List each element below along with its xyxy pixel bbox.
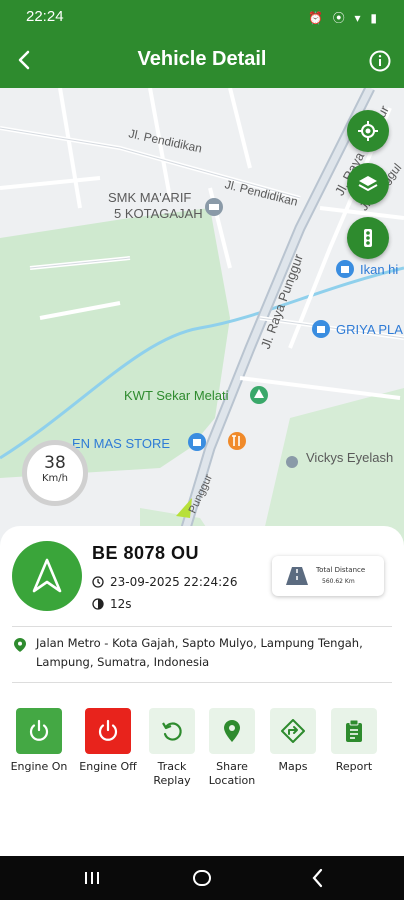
place-pin-icon	[286, 456, 298, 468]
track-replay-label-1: Track	[157, 760, 187, 773]
school-pin-icon	[205, 198, 223, 216]
share-location-tile	[209, 708, 255, 754]
report-tile	[331, 708, 377, 754]
power-icon	[98, 719, 118, 741]
engine-off-label: Engine Off	[79, 760, 137, 773]
vehicle-avatar	[12, 541, 82, 611]
home-icon[interactable]	[190, 866, 214, 890]
total-distance-card: Total Distance 560.62 Km	[272, 556, 384, 596]
timer-icon	[92, 598, 104, 610]
park-pin-icon	[250, 386, 268, 404]
engine-on-label: Engine On	[10, 760, 68, 773]
map-label-vickys: Vickys Eyelash	[306, 450, 394, 465]
vehicle-info-sheet: BE 8078 OU 23-09-2025 22:24:26 12s Total…	[0, 526, 404, 856]
traffic-light-icon	[364, 229, 372, 247]
divider	[12, 682, 392, 683]
share-location-label-2: Location	[208, 774, 256, 787]
maps-tile	[270, 708, 316, 754]
share-location-label: Share Location	[201, 760, 263, 788]
shop-pin-icon	[336, 260, 354, 278]
track-replay-label-2: Replay	[153, 774, 191, 787]
maps-label: Maps	[278, 760, 308, 773]
map-label-griya: GRIYA PLA	[336, 322, 403, 337]
engine-off-button[interactable]: Engine Off	[77, 708, 139, 774]
action-bar: Engine On Engine Off Track Replay Share Lo…	[11, 708, 390, 788]
engine-off-tile	[85, 708, 131, 754]
recent-apps-icon[interactable]	[80, 866, 104, 890]
track-replay-button[interactable]: Track Replay	[141, 708, 203, 788]
engine-on-tile	[16, 708, 62, 754]
status-bar: 22:24 ⏰ ⦿ ▾ ▮	[0, 0, 404, 34]
navigation-arrow-icon	[32, 558, 62, 593]
address-line-2: Lampung, Sumatra, Indonesia	[36, 655, 210, 669]
page-title: Vehicle Detail	[137, 48, 267, 70]
map-label-kwt: KWT Sekar Melati	[124, 388, 229, 403]
map-label-smk-1: SMK MA'ARIF	[108, 190, 192, 205]
road-icon	[286, 567, 308, 585]
layers-button[interactable]	[347, 163, 389, 205]
track-replay-tile	[149, 708, 195, 754]
locate-icon	[358, 121, 378, 141]
address-line-1: Jalan Metro - Kota Gajah, Sapto Mulyo, L…	[36, 636, 363, 650]
address-block: Jalan Metro - Kota Gajah, Sapto Mulyo, L…	[14, 634, 390, 672]
clipboard-icon	[346, 719, 362, 742]
report-button[interactable]: Report	[323, 708, 385, 774]
location-pin-icon	[224, 720, 240, 742]
total-distance-label: Total Distance	[316, 566, 366, 574]
shop-pin-icon	[188, 433, 206, 451]
vehicle-datetime: 23-09-2025 22:24:26	[110, 575, 238, 589]
total-distance-value: 560.62 Km	[322, 578, 355, 585]
maps-button[interactable]: Maps	[262, 708, 324, 774]
layers-icon	[358, 176, 378, 192]
report-label: Report	[335, 760, 373, 773]
locate-button[interactable]	[347, 110, 389, 152]
restaurant-pin-icon	[228, 432, 246, 450]
track-replay-label: Track Replay	[141, 760, 203, 788]
divider	[12, 626, 392, 627]
status-time: 22:24	[26, 8, 64, 25]
share-location-label-1: Share	[216, 760, 248, 773]
status-icons: ⏰ ⦿ ▾ ▮	[307, 11, 380, 25]
clock-icon	[92, 576, 104, 588]
shop-pin-icon	[312, 320, 330, 338]
vehicle-duration: 12s	[110, 597, 132, 611]
vehicle-plate: BE 8078 OU	[92, 543, 200, 563]
speed-unit: Km/h	[41, 473, 68, 484]
power-icon	[29, 719, 49, 741]
engine-on-button[interactable]: Engine On	[8, 708, 70, 774]
back-nav-icon[interactable]	[306, 866, 330, 890]
speed-gauge: 38 Km/h	[22, 440, 88, 506]
map-label-smk-2: 5 KOTAGAJAH	[114, 206, 203, 221]
map-label-store: EN MAS STORE	[72, 436, 171, 451]
speed-value: 38	[44, 453, 66, 473]
system-nav-bar	[0, 856, 404, 900]
replay-icon	[162, 722, 182, 741]
info-icon[interactable]	[368, 49, 392, 73]
duration-row: 12s	[92, 597, 132, 611]
datetime-row: 23-09-2025 22:24:26	[92, 575, 237, 589]
app-bar: Vehicle Detail	[0, 34, 404, 88]
share-location-button[interactable]: Share Location	[201, 708, 263, 788]
traffic-button[interactable]	[347, 217, 389, 259]
location-pin-icon	[14, 638, 26, 652]
directions-icon	[281, 719, 305, 743]
map-label-ikan: Ikan hi	[360, 262, 399, 277]
